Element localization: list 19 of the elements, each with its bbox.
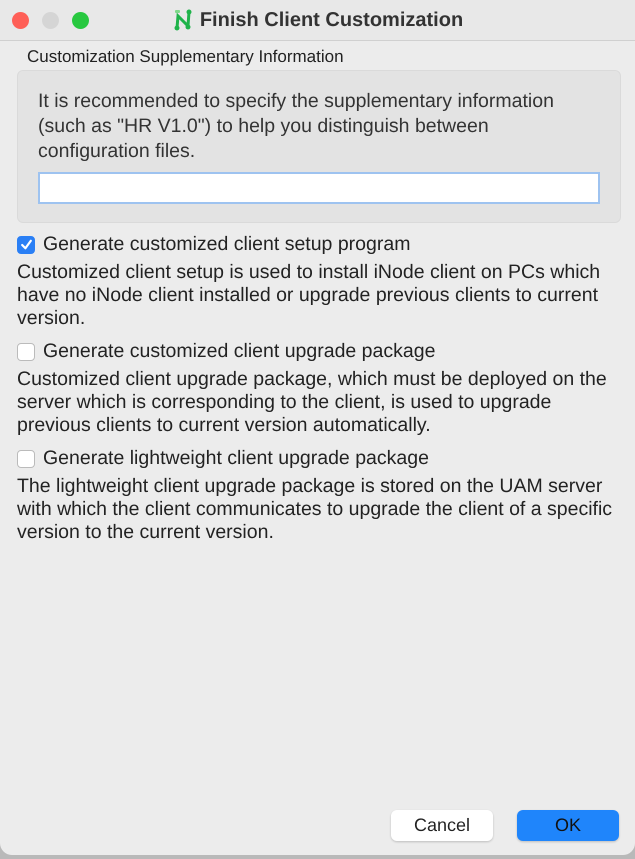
section-label: Customization Supplementary Information bbox=[27, 47, 344, 67]
window-title: Finish Client Customization bbox=[200, 8, 464, 32]
checkbox-option[interactable]: Generate lightweight client upgrade package bbox=[17, 447, 429, 470]
input-field[interactable] bbox=[38, 172, 600, 204]
zoom-button[interactable] bbox=[72, 12, 89, 28]
cancel-button[interactable]: Cancel bbox=[391, 810, 493, 841]
app-icon bbox=[172, 9, 194, 31]
ok-button[interactable]: OK bbox=[517, 810, 619, 841]
checkbox[interactable] bbox=[17, 342, 35, 360]
option-description: The lightweight client upgrade package is stored on the UAM server with which the client communicates to upgrade the client of a specific version to the current version. bbox=[17, 475, 614, 544]
checkmark-icon bbox=[20, 238, 32, 251]
checkbox[interactable] bbox=[17, 236, 35, 254]
option-description: Customized client upgrade package, which must be deployed on the server which is corresponding to the client, is used to upgrade previous clients to current version automatically. bbox=[17, 368, 608, 437]
option-description: Customized client setup is used to install iNode client on PCs which have no iNode client installed or upgrade previous clients to current version. bbox=[17, 261, 602, 330]
hint-text: It is recommended to specify the supplementary information (such as "HR V1.0") to help you distinguish between configuration files. bbox=[38, 89, 555, 164]
checkbox[interactable] bbox=[17, 450, 35, 468]
checkbox-option[interactable]: Generate customized client upgrade package bbox=[17, 340, 436, 363]
close-button[interactable] bbox=[12, 12, 29, 28]
checkbox-option[interactable]: Generate customized client setup program bbox=[17, 233, 410, 256]
